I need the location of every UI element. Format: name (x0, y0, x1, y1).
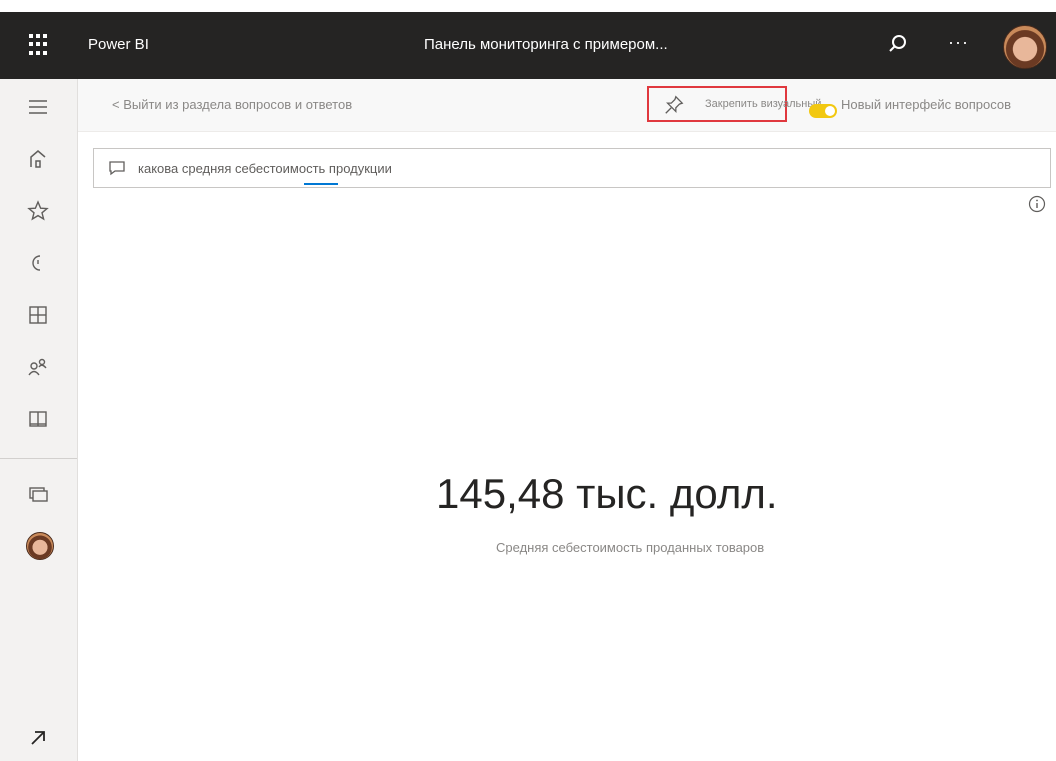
app-name[interactable]: Power BI (88, 36, 149, 53)
expand-icon[interactable] (26, 726, 50, 750)
top-bar: Power BI Панель мониторинга с примером..… (0, 12, 1056, 79)
workspaces-icon[interactable] (26, 407, 50, 431)
waffle-icon[interactable] (29, 34, 51, 56)
new-qa-toggle[interactable] (809, 104, 837, 118)
rail-divider (0, 458, 77, 459)
qa-question-input[interactable]: какова средняя себестоимость продукции (93, 148, 1051, 188)
hamburger-icon[interactable] (26, 95, 50, 119)
pin-icon (665, 95, 684, 114)
more-icon[interactable]: ··· (948, 32, 969, 53)
qa-action-bar: < Выйти из раздела вопросов и ответов За… (78, 79, 1056, 132)
favorites-icon[interactable] (26, 199, 50, 223)
workspace-avatar[interactable] (26, 532, 54, 560)
chat-icon (109, 161, 125, 176)
shared-icon[interactable] (26, 355, 50, 379)
user-avatar[interactable] (1003, 25, 1047, 69)
qa-query-text: какова средняя себестоимость продукции (138, 161, 392, 176)
apps-icon[interactable] (26, 303, 50, 327)
info-icon[interactable] (1028, 195, 1046, 213)
pin-visual-button[interactable]: Закрепить визуальный... (647, 86, 831, 122)
home-icon[interactable] (26, 147, 50, 171)
app-window: Power BI Панель мониторинга с примером..… (0, 0, 1056, 761)
exit-qa-link[interactable]: < Выйти из раздела вопросов и ответов (112, 97, 352, 112)
search-icon[interactable] (886, 32, 910, 56)
new-qa-label: Новый интерфейс вопросов (841, 97, 1012, 112)
monitor-icon[interactable] (26, 482, 50, 506)
term-underline (304, 183, 338, 185)
recent-icon[interactable] (26, 251, 50, 275)
report-title[interactable]: Панель мониторинга с примером... (424, 36, 668, 53)
kpi-label: Средняя себестоимость проданных товаров (496, 540, 765, 555)
kpi-value: 145,48 тыс. долл. (436, 470, 778, 517)
left-nav-rail (0, 79, 78, 761)
